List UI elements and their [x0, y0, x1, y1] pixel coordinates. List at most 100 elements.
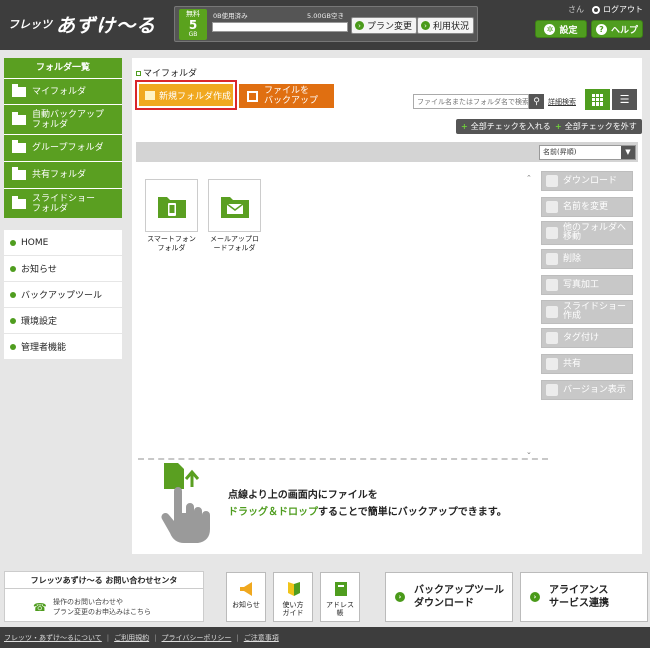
action-create-slideshow[interactable]: スライドショー 作成: [541, 300, 633, 324]
action-rename[interactable]: 名前を変更: [541, 197, 633, 217]
file-name: スマートフォンフォルダ: [147, 235, 196, 252]
tile-label: アドレス 帳: [326, 601, 354, 617]
beginner-mark-icon: [288, 582, 300, 596]
backup-tool-download-label: バックアップツール ダウンロード: [414, 585, 504, 609]
usage-status-label: 利用状況: [433, 22, 470, 32]
alliance-service-button[interactable]: › アライアンス サービス連携: [520, 572, 648, 622]
sidebar-folder-slideshow[interactable]: スライドショー フォルダ: [4, 188, 122, 218]
arrow-icon: ›: [530, 592, 540, 602]
storage-usage-box: 無料 5 GB 0B使用済み 5.00GB空き › プラン変更 › 利用状況: [174, 6, 478, 42]
contact-title: フレッツあずけ〜る お問い合わせセンタ: [5, 572, 203, 589]
sidebar-item-backup-tool[interactable]: バックアップツール: [4, 282, 122, 308]
smartphone-folder-thumb: [145, 179, 198, 232]
bullet-icon: [10, 265, 16, 272]
uncheck-all-button[interactable]: + 全部チェックを外す: [550, 119, 642, 134]
folder-icon: [12, 83, 26, 97]
action-label: バージョン表示: [563, 384, 626, 395]
breadcrumb: マイフォルダ: [136, 66, 197, 79]
action-label: 名前を変更: [563, 201, 609, 212]
contact-center-box[interactable]: フレッツあずけ〜る お問い合わせセンタ ☎ 操作のお問い合わせや プラン変更のお…: [4, 571, 204, 622]
share-icon: [546, 358, 558, 370]
settings-button[interactable]: ✲ 設定: [535, 20, 587, 38]
backup-files-label: ファイルを バックアップ: [264, 86, 319, 106]
search-input[interactable]: [413, 94, 529, 109]
file-item-smartphone-folder[interactable]: スマートフォンフォルダ: [145, 179, 198, 253]
file-item-mail-upload-folder[interactable]: メールアップロードフォルダ: [208, 179, 261, 253]
action-tag[interactable]: タグ付け: [541, 328, 633, 348]
action-version[interactable]: バージョン表示: [541, 380, 633, 400]
new-folder-icon: [145, 90, 155, 100]
logout-label: ログアウト: [603, 5, 643, 14]
advanced-search-link[interactable]: 詳細検索: [548, 97, 576, 107]
power-icon: [592, 5, 600, 14]
sidebar-folder-shared[interactable]: 共有フォルダ: [4, 161, 122, 188]
used-storage-text: 0B使用済み: [213, 12, 248, 20]
action-label: 写真加工: [563, 279, 600, 290]
search-button[interactable]: ⚲: [529, 94, 544, 109]
drop-instructions: 点線より上の画面内にファイルを ドラッグ＆ドロップすることで簡単にバックアップで…: [228, 487, 507, 521]
sort-value: 名前(昇順): [543, 148, 577, 156]
sort-select[interactable]: 名前(昇順) ▼: [539, 145, 636, 160]
usage-status-button[interactable]: › 利用状況: [417, 17, 475, 34]
logo[interactable]: フレッツ あずけ〜る: [8, 8, 156, 40]
sidebar-item-admin[interactable]: 管理者機能: [4, 334, 122, 360]
folder-icon: [12, 140, 26, 153]
download-icon: [546, 175, 558, 187]
footer-link-terms[interactable]: ご利用規約: [114, 633, 149, 643]
sidebar-folder-label: マイフォルダ: [32, 86, 87, 97]
sidebar-folder-my-folder[interactable]: マイフォルダ: [4, 78, 122, 104]
footer-link-about[interactable]: フレッツ・あずけ〜るについて: [4, 633, 102, 643]
chevron-down-icon: ▼: [621, 146, 635, 159]
action-move[interactable]: 他のフォルダへ 移動: [541, 221, 633, 245]
sidebar-item-label: 環境設定: [21, 317, 58, 327]
logout-link[interactable]: ログアウト: [592, 4, 643, 15]
bullet-icon: [10, 291, 16, 298]
address-book-tile[interactable]: アドレス 帳: [320, 572, 360, 622]
action-label: タグ付け: [563, 332, 600, 343]
sidebar-item-label: バックアップツール: [21, 291, 103, 301]
new-folder-button[interactable]: 新規フォルダ作成: [139, 84, 233, 106]
footer-links: フレッツ・あずけ〜るについて | ご利用規約 | プライバシーポリシー | ご注意事項: [0, 627, 650, 648]
mail-folder-icon: [220, 196, 249, 218]
news-tile[interactable]: お知らせ: [226, 572, 266, 622]
sidebar-folder-group[interactable]: グループフォルダ: [4, 134, 122, 161]
folder-icon: [12, 195, 26, 209]
plan-change-button[interactable]: › プラン変更: [351, 17, 418, 34]
sidebar-item-settings[interactable]: 環境設定: [4, 308, 122, 334]
sidebar-item-news[interactable]: お知らせ: [4, 256, 122, 282]
gear-icon: ✲: [544, 23, 556, 35]
folder-list-heading: フォルダ一覧: [4, 58, 122, 78]
check-all-label: 全部チェックを入れる: [470, 122, 551, 131]
user-name: さん: [568, 5, 584, 14]
free-storage-text: 5.00GB空き: [307, 12, 344, 20]
action-label: スライドショー 作成: [563, 302, 627, 321]
guide-tile[interactable]: 使い方 ガイド: [273, 572, 313, 622]
list-view-button[interactable]: ☰: [612, 89, 637, 110]
bullet-icon: [10, 239, 16, 246]
action-share[interactable]: 共有: [541, 354, 633, 374]
check-all-button[interactable]: + 全部チェックを入れる: [456, 119, 556, 134]
sidebar-folder-label: 自動バックアップ フォルダ: [32, 109, 105, 130]
mail-folder-thumb: [208, 179, 261, 232]
file-list-scrollbar[interactable]: ⌃ ⌄: [526, 174, 532, 456]
backup-files-button[interactable]: ファイルを バックアップ: [239, 84, 334, 108]
tile-label: お知らせ: [232, 601, 260, 609]
sidebar-item-home[interactable]: HOME: [4, 230, 122, 256]
uncheck-all-label: 全部チェックを外す: [564, 122, 637, 131]
save-icon: [247, 90, 258, 102]
action-delete[interactable]: 削除: [541, 249, 633, 269]
footer-link-privacy[interactable]: プライバシーポリシー: [162, 633, 232, 643]
plan-size: 5: [188, 18, 198, 32]
backup-tool-download-button[interactable]: › バックアップツール ダウンロード: [385, 572, 513, 622]
footer-link-notes[interactable]: ご注意事項: [244, 633, 279, 643]
grid-view-button[interactable]: [585, 89, 610, 110]
arrow-icon: ›: [421, 21, 430, 30]
action-download[interactable]: ダウンロード: [541, 171, 633, 191]
action-photo-edit[interactable]: 写真加工: [541, 275, 633, 295]
sidebar-folder-auto-backup[interactable]: 自動バックアップ フォルダ: [4, 104, 122, 134]
drop-zone-boundary: [138, 458, 548, 460]
new-folder-label: 新規フォルダ作成: [159, 91, 232, 102]
help-button[interactable]: ? ヘルプ: [591, 20, 643, 38]
scroll-down-icon: ⌄: [526, 448, 532, 456]
plan-unit: GB: [188, 31, 198, 38]
